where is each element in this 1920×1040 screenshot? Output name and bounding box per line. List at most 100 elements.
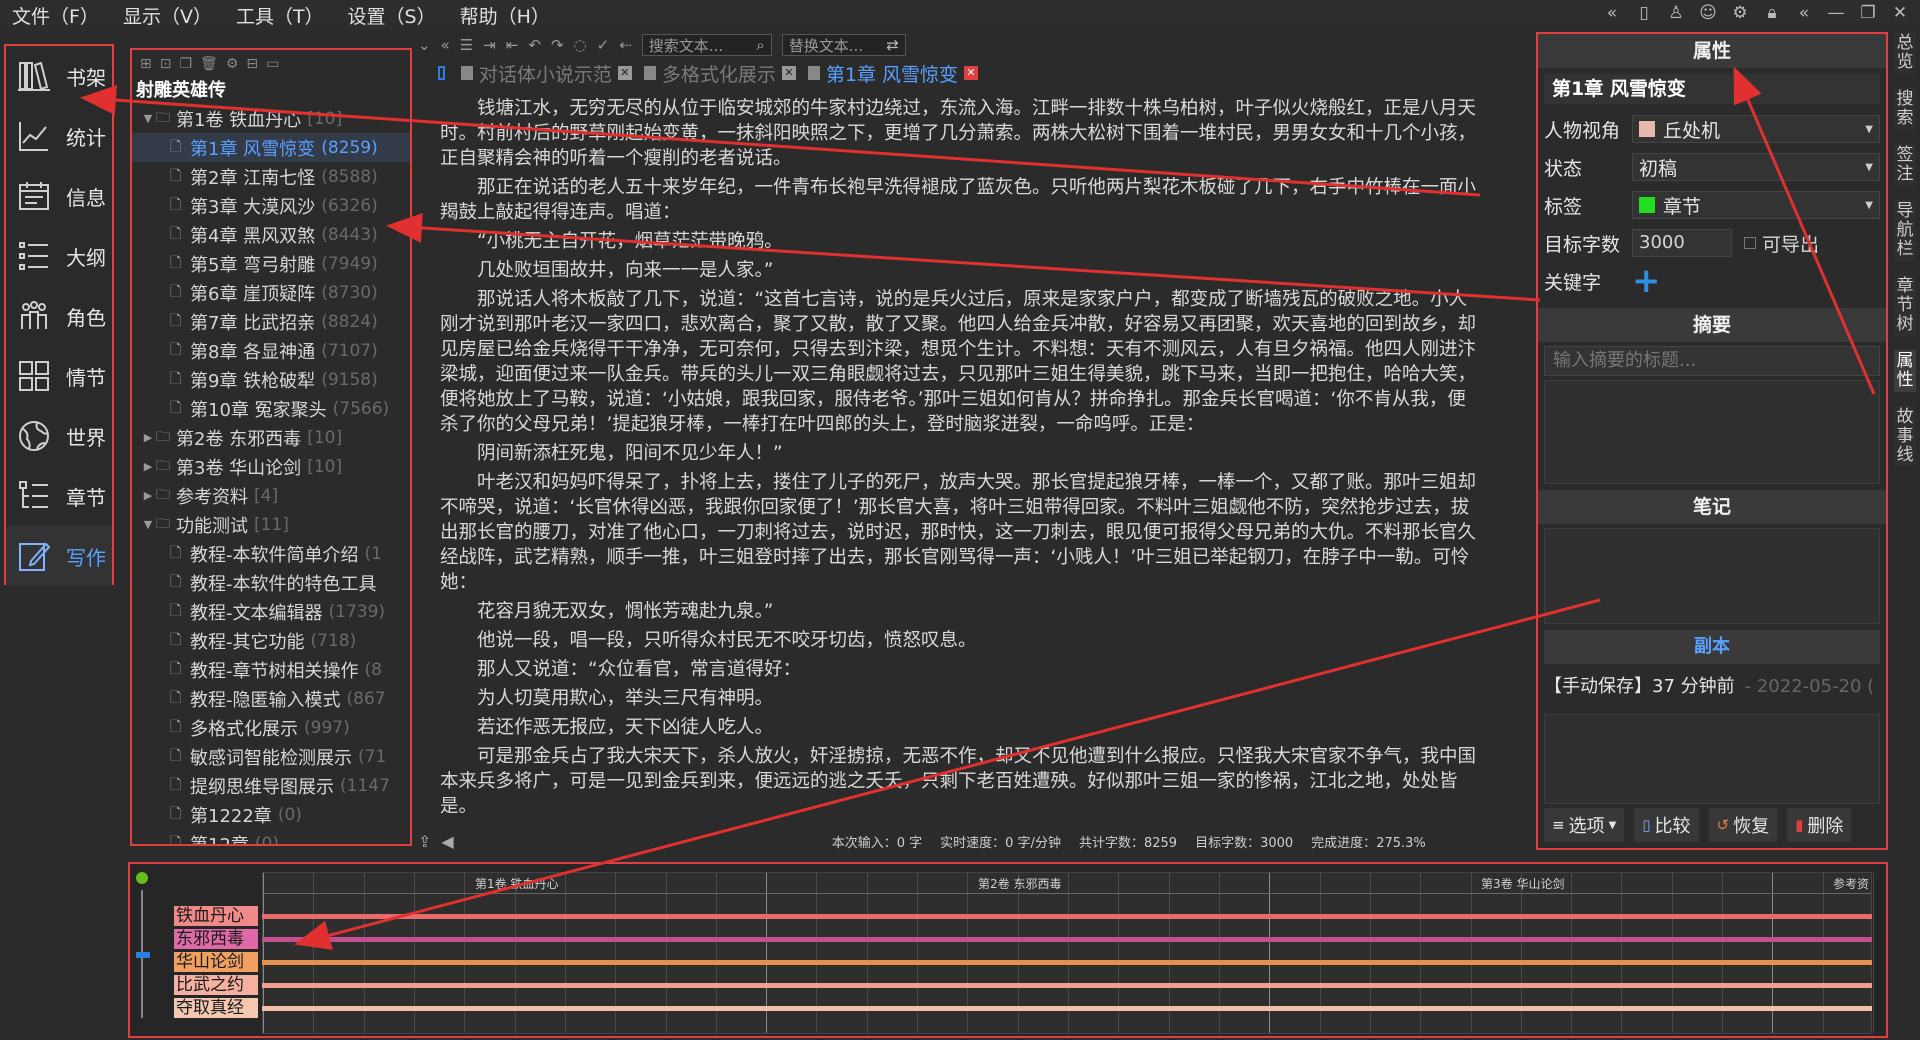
redo-icon[interactable]: ↷ (551, 36, 564, 54)
undo-icon[interactable]: ↶ (528, 36, 541, 54)
tree-chapter[interactable]: 🗋︎ 提纲思维导图展示 (1147 (132, 771, 410, 800)
tab-list-icon[interactable] (438, 66, 445, 80)
plot-label[interactable]: 夺取真经 (174, 998, 258, 1018)
add-plot-icon[interactable] (136, 872, 148, 884)
back-icon[interactable]: ⇠ (619, 36, 632, 54)
nav-statistics[interactable]: 统计 (6, 106, 112, 166)
tree-chapter[interactable]: 🗋︎ 第1222章 (0) (132, 800, 410, 829)
tree-chapter[interactable]: 🗋︎ 第12章 (0) (132, 829, 410, 845)
copy-icon[interactable]: ❐ (179, 56, 192, 72)
plot-line[interactable] (262, 983, 1872, 988)
text-editor[interactable]: 钱塘江水，无穷无尽的从位于临安城郊的牛家村边绕过，东流入海。江畔一排数十株乌柏树… (440, 96, 1476, 816)
summary-title-input[interactable]: 输入摘要的标题... (1544, 346, 1880, 376)
outdent-icon[interactable]: ⇤ (506, 36, 519, 54)
zoom-slider-handle[interactable] (136, 952, 150, 958)
tree-chapter[interactable]: 🗋︎ 第6章 崖顶疑阵 (8730) (132, 278, 410, 307)
copy-item[interactable]: 【手动保存】37 分钟前 - 2022-05-20 ( (1538, 664, 1886, 706)
plot-label[interactable]: 比武之约 (174, 975, 258, 995)
plot-line[interactable] (262, 914, 1872, 919)
plot-line[interactable] (262, 1006, 1872, 1011)
side-tab[interactable]: 导航栏 (1894, 200, 1916, 261)
eye-off-icon[interactable]: ◌ (574, 36, 587, 54)
tree-volume[interactable]: ▼ 🗀︎ 功能测试 [11] (132, 510, 410, 539)
menu-view[interactable]: 显示（V） (111, 2, 224, 29)
close-icon[interactable]: ✕ (1890, 3, 1910, 23)
tree-volume[interactable]: ▶ 🗀︎ 第3卷 华山论剑 [10] (132, 452, 410, 481)
expand-icon[interactable]: ⌄ (418, 36, 431, 54)
menu-settings[interactable]: 设置（S） (336, 2, 448, 29)
tag-select[interactable]: 章节 ▼ (1632, 191, 1880, 219)
tree-chapter[interactable]: 🗋︎ 第7章 比武招亲 (8824) (132, 307, 410, 336)
side-tab[interactable]: 故事线 (1894, 406, 1916, 467)
tree-chapter[interactable]: 🗋︎ 教程-章节树相关操作 (8 (132, 655, 410, 684)
menu-help[interactable]: 帮助（H） (448, 2, 562, 29)
nav-plot[interactable]: 情节 (6, 346, 112, 406)
lock-icon[interactable]: 🔒︎ (1762, 3, 1782, 23)
side-tab[interactable]: 属性 (1894, 350, 1916, 392)
tree-chapter[interactable]: 🗋︎ 教程-隐匿输入模式 (867 (132, 684, 410, 713)
nav-bookshelf[interactable]: 书架 (6, 46, 112, 106)
new-volume-icon[interactable]: ⊞ (140, 56, 152, 72)
tab-close-icon[interactable]: ✕ (964, 66, 978, 80)
collapse-icon[interactable]: « (441, 36, 450, 54)
tree-volume[interactable]: ▼ 🗀︎ 第1卷 铁血丹心 [10] (132, 104, 410, 133)
options-button[interactable]: ≡ 选项 ▼ (1544, 808, 1625, 842)
tree-chapter[interactable]: 🗋︎ 教程-其它功能 (718) (132, 626, 410, 655)
tree-chapter[interactable]: 🗋︎ 多格式化展示 (997) (132, 713, 410, 742)
comment-icon[interactable]: ▭ (266, 56, 279, 72)
indent-icon[interactable]: ⇥ (483, 36, 496, 54)
collapse-icon[interactable]: « (1794, 3, 1814, 23)
user-icon[interactable]: ☺ (1698, 3, 1718, 23)
search-input[interactable]: 搜索文本... ⌕ (641, 34, 772, 56)
side-tab[interactable]: 签注 (1894, 144, 1916, 186)
tree-chapter[interactable]: 🗋︎ 第9章 铁枪破犁 (9158) (132, 365, 410, 394)
document-tab[interactable]: 第1章 风雪惊变 ✕ (807, 60, 978, 87)
tree-chapter[interactable]: 🗋︎ 第4章 黑风双煞 (8443) (132, 220, 410, 249)
nav-writing[interactable]: 写作 (6, 526, 112, 586)
tab-close-icon[interactable]: ✕ (617, 66, 632, 80)
tree-chapter[interactable]: 🗋︎ 第8章 各显神通 (7107) (132, 336, 410, 365)
pov-select[interactable]: 丘处机 ▼ (1632, 115, 1880, 143)
side-tab[interactable]: 总览 (1894, 32, 1916, 74)
document-tab[interactable]: 对话体小说示范 ✕ (460, 60, 632, 87)
settings-icon[interactable]: ⚙ (226, 56, 239, 72)
phone-icon[interactable]: ▯ (1634, 3, 1654, 23)
chevron-down-icon[interactable]: ▼ (140, 518, 156, 531)
chevron-right-icon[interactable]: ▶ (140, 489, 156, 502)
collapse-left-icon[interactable]: « (1602, 3, 1622, 23)
notes-textarea[interactable] (1544, 528, 1880, 624)
side-tab[interactable]: 搜索 (1894, 88, 1916, 130)
tree-volume[interactable]: ▶ 🗀︎ 参考资料 [4] (132, 481, 410, 510)
tree-chapter[interactable]: 🗋︎ 敏感词智能检测展示 (71 (132, 742, 410, 771)
restore-icon[interactable]: ❐ (1858, 3, 1878, 23)
chevron-down-icon[interactable]: ▼ (140, 112, 156, 125)
exportable-checkbox[interactable] (1744, 237, 1756, 249)
new-chapter-icon[interactable]: ⊡ (160, 56, 172, 72)
compare-button[interactable]: ▯ 比较 (1634, 808, 1699, 842)
tree-volume[interactable]: ▶ 🗀︎ 第2卷 东邪西毒 [10] (132, 423, 410, 452)
chapter-title[interactable]: 第1章 风雪惊变 (1544, 74, 1880, 104)
chevron-right-icon[interactable]: ▶ (140, 460, 156, 473)
split-icon[interactable]: ⊟ (246, 56, 258, 72)
spellcheck-icon[interactable]: ✓ (597, 36, 610, 54)
replace-input[interactable]: 替换文本... ⇄ (781, 34, 906, 56)
nav-info[interactable]: 信息 (6, 166, 112, 226)
tree-chapter[interactable]: 🗋︎ 教程-本软件的特色工具 (132, 568, 410, 597)
minimize-icon[interactable]: — (1826, 3, 1846, 23)
tree-chapter[interactable]: 🗋︎ 第10章 冤家聚头 (7566) (132, 394, 410, 423)
tree-chapter[interactable]: 🗋︎ 第2章 江南七怪 (8588) (132, 162, 410, 191)
state-select[interactable]: 初稿 ▼ (1632, 153, 1880, 181)
side-tab[interactable]: 章节树 (1894, 275, 1916, 336)
tree-chapter[interactable]: 🗋︎ 第3章 大漠风沙 (6326) (132, 191, 410, 220)
plot-label[interactable]: 华山论剑 (174, 952, 258, 972)
chevron-right-icon[interactable]: ▶ (140, 431, 156, 444)
plot-line[interactable] (262, 960, 1872, 965)
summary-textarea[interactable] (1544, 380, 1880, 484)
document-tab[interactable]: 多格式化展示 ✕ (643, 60, 796, 87)
target-input[interactable]: 3000 (1632, 229, 1732, 257)
delete-button[interactable]: ▮ 删除 (1787, 808, 1852, 842)
nav-world[interactable]: 世界 (6, 406, 112, 466)
list-icon[interactable]: ☰ (460, 36, 473, 54)
gear-icon[interactable]: ⚙ (1730, 3, 1750, 23)
nav-outline[interactable]: 大纲 (6, 226, 112, 286)
